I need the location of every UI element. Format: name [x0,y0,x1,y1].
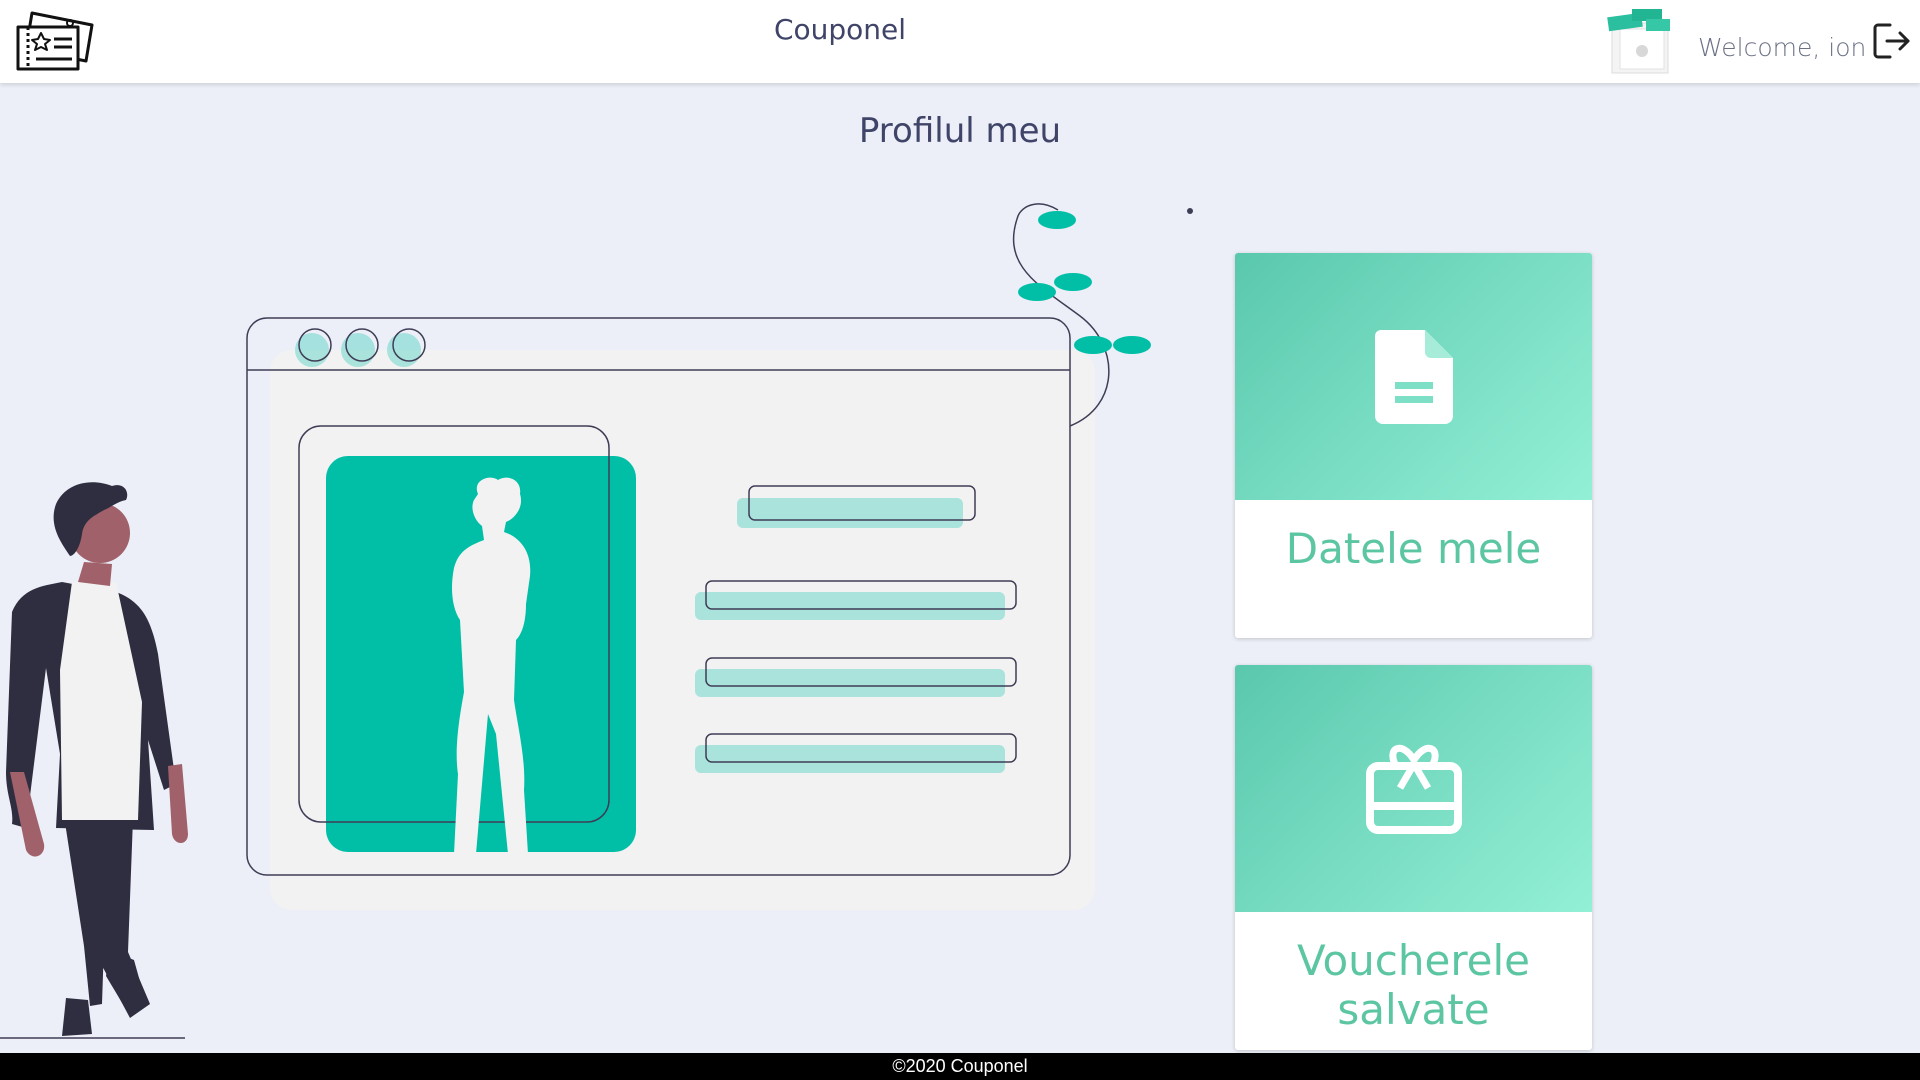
profile-illustration [0,203,1193,1039]
card-header [1235,665,1592,912]
card-header [1235,253,1592,500]
copyright-text: ©2020 Couponel [892,1056,1028,1076]
my-data-card[interactable]: Datele mele [1235,253,1592,638]
logout-icon[interactable] [1870,19,1914,63]
app-title[interactable]: Couponel [0,13,1680,46]
saved-vouchers-card[interactable]: Voucherele salvate [1235,665,1592,1050]
card-label: Datele mele [1285,524,1542,573]
card-label: Voucherele salvate [1296,936,1531,1034]
top-navbar: Couponel Welcome, ion [0,0,1920,83]
footer: ©2020 Couponel [0,1053,1920,1080]
vouchers-avatar-icon[interactable] [1606,5,1674,77]
gift-card-icon [1365,744,1462,834]
welcome-text: Welcome, ion [1698,33,1867,62]
document-icon [1374,329,1453,424]
page-title: Profilul meu [858,111,1062,151]
